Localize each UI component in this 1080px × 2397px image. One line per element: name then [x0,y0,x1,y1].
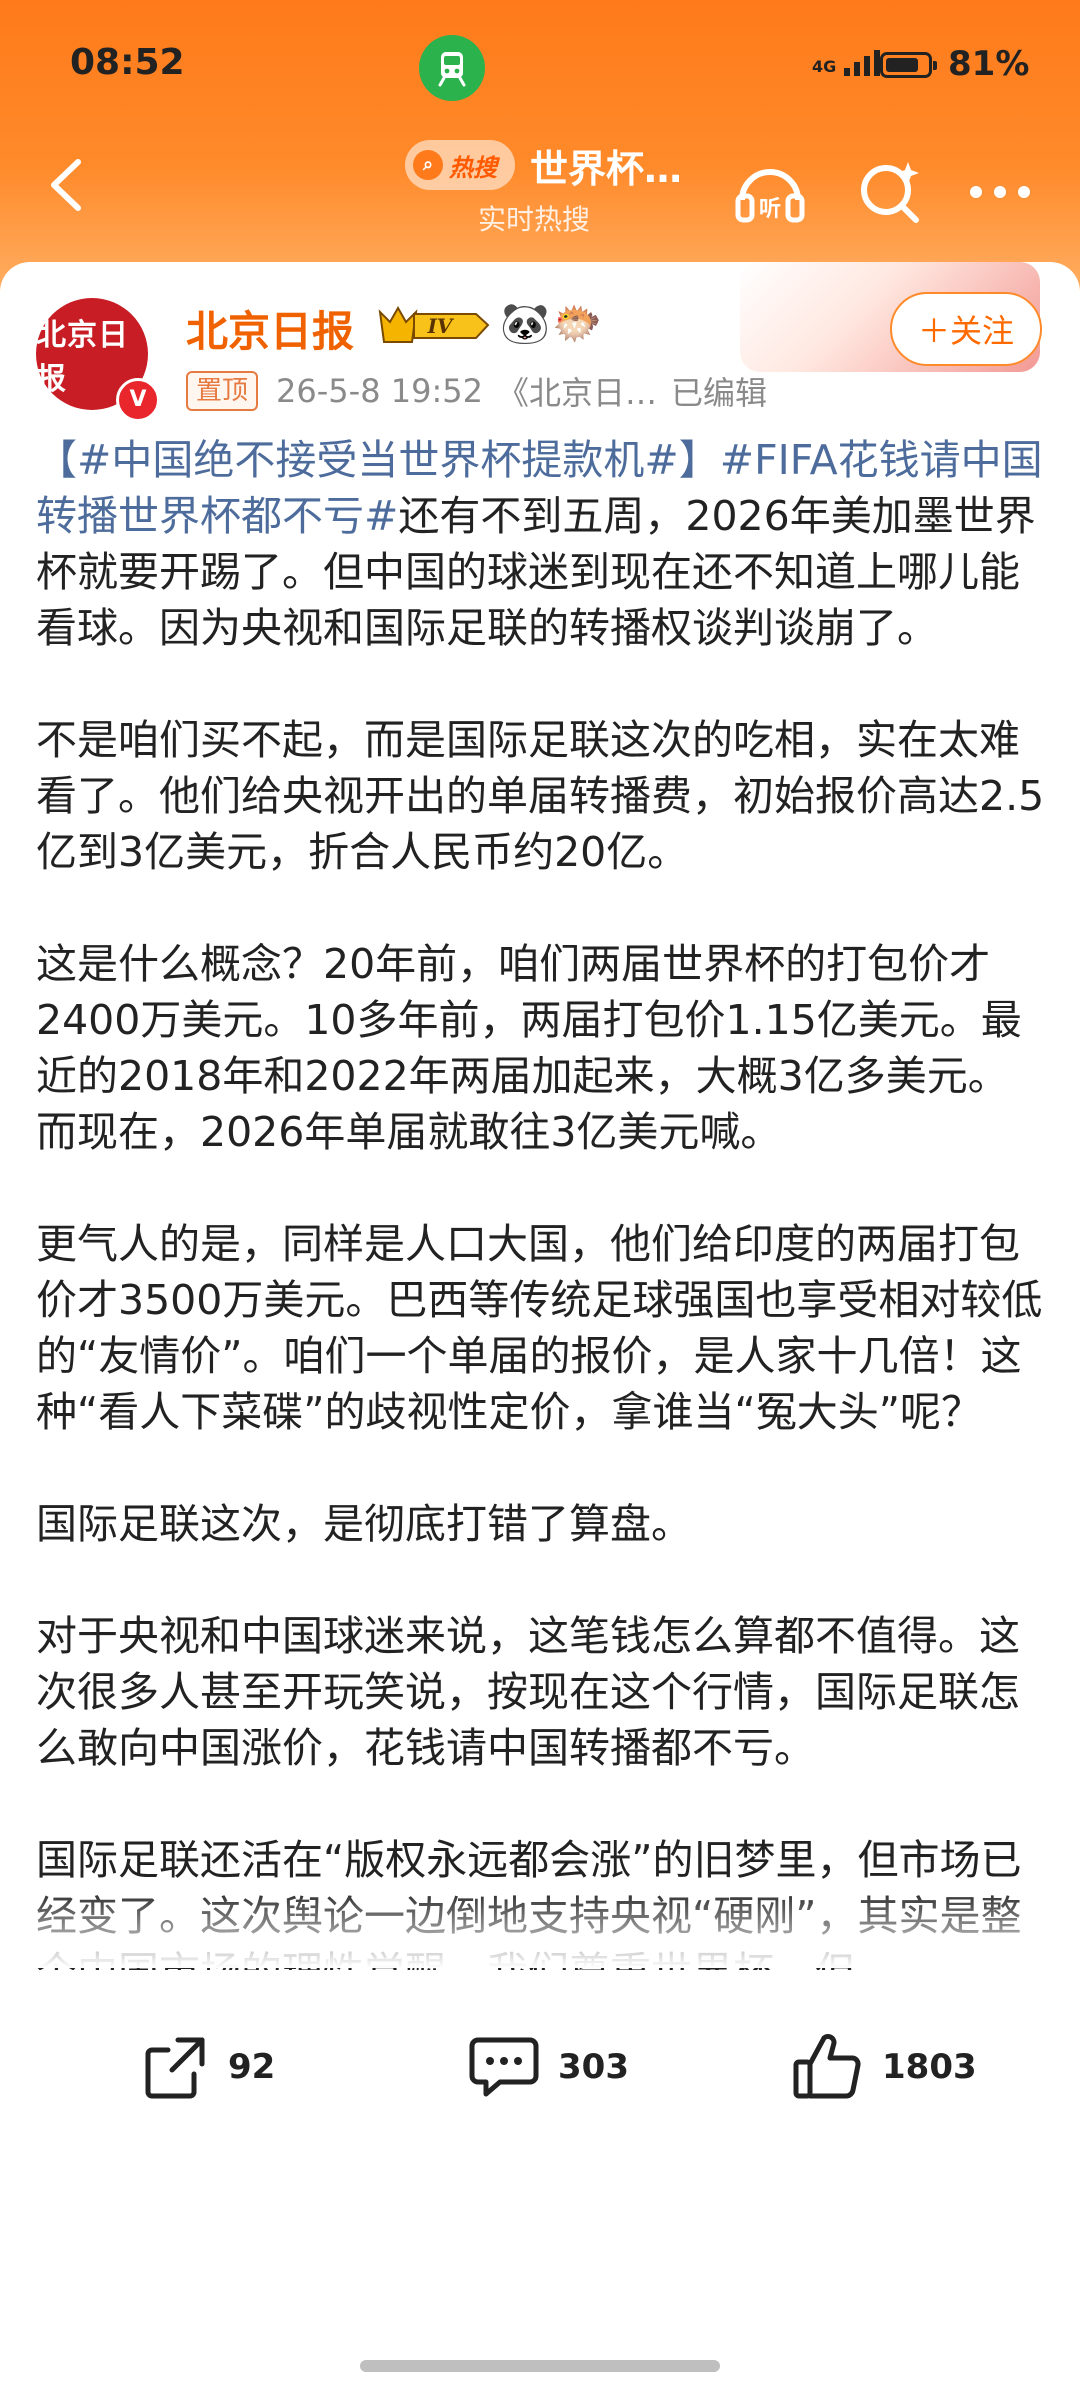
share-icon [145,2037,205,2099]
author-name[interactable]: 北京日报 [186,298,354,359]
action-bar: 92 303 1803 [0,1970,1080,2170]
hashtag-link[interactable]: 【#中国绝不接受当世界杯提款机#】 [36,436,720,484]
hot-search-badge[interactable]: ⌕ 热搜 [405,140,515,190]
listen-icon[interactable]: 听 [730,152,810,232]
pinned-badge: 置顶 [186,371,259,411]
level-badge: IV [376,302,492,348]
share-button[interactable]: 92 [138,2030,275,2104]
like-count: 1803 [882,2047,977,2087]
post-paragraph: 国际足联这次，是彻底打错了算盘。 [36,1496,1046,1552]
post-paragraph: 【#中国绝不接受当世界杯提款机#】#FIFA花钱请中国转播世界杯都不亏#还有不到… [36,432,1046,656]
signal-icon: 4G [812,48,884,76]
comment-count: 303 [558,2047,629,2087]
post-text: 不是咱们买不起，而是国际足联这次的吃相，实在太难看了。他们给央视开出的单届转播费… [36,716,1045,876]
hot-badge-label: 热搜 [449,153,497,182]
page-title[interactable]: 世界杯… [530,138,682,193]
share-count: 92 [228,2047,276,2087]
train-icon[interactable] [419,35,485,101]
post-paragraph: 更气人的是，同样是人口大国，他们给印度的两届打包价才3500万美元。巴西等传统足… [36,1216,1046,1440]
back-icon[interactable] [36,150,96,220]
status-bar: 08:52 4G 81% [0,0,1080,130]
follow-button[interactable]: ＋关注 [890,292,1042,366]
status-time: 08:52 [70,42,185,83]
page-subtitle: 实时热搜 [478,203,591,236]
verified-icon: V [116,378,160,422]
post-text: 这是什么概念？20年前，咱们两届世界杯的打包价才2400万美元。10多年前，两届… [36,940,1022,1156]
panda-icon: 🐼 [500,301,550,347]
post-paragraph: 不是咱们买不起，而是国际足联这次的吃相，实在太难看了。他们给央视开出的单届转播费… [36,712,1046,880]
content-fade [0,1888,1080,1968]
svg-text:听: 听 [759,197,781,222]
battery-icon [880,52,937,78]
like-button[interactable]: 1803 [790,2030,977,2104]
fish-icon: 🐡 [552,301,602,347]
post-text: 对于央视和中国球迷来说，这笔钱怎么算都不值得。这次很多人甚至开玩笑说，按现在这个… [36,1612,1020,1772]
post-meta: 置顶 26-5-8 19:52 《北京日… 已编辑 [186,368,767,414]
network-type: 4G [812,57,837,76]
post-date: 26-5-8 19:52 [276,372,483,410]
like-icon [793,2034,861,2099]
post-content: 【#中国绝不接受当世界杯提款机#】#FIFA花钱请中国转播世界杯都不亏#还有不到… [36,432,1046,2056]
home-indicator[interactable] [360,2360,720,2372]
search-icon: ⌕ [413,150,443,180]
more-icon[interactable] [960,152,1040,232]
post-text: 更气人的是，同样是人口大国，他们给印度的两届打包价才3500万美元。巴西等传统足… [36,1220,1043,1436]
post-paragraph: 对于央视和中国球迷来说，这笔钱怎么算都不值得。这次很多人甚至开玩笑说，按现在这个… [36,1608,1046,1776]
level-badge-text: IV [427,314,455,338]
comment-button[interactable]: 303 [466,2030,629,2104]
post-text: 国际足联这次，是彻底打错了算盘。 [36,1500,692,1548]
comment-icon [469,2037,539,2097]
edited-label[interactable]: 已编辑 [671,368,767,414]
post-source: 《北京日… [496,374,657,412]
battery-percent: 81% [948,44,1030,84]
post-paragraph: 这是什么概念？20年前，咱们两届世界杯的打包价才2400万美元。10多年前，两届… [36,936,1046,1160]
search-sparkle-icon[interactable] [850,152,930,232]
top-nav: ⌕ 热搜 世界杯… 实时热搜 听 [0,130,1080,250]
battery-fill [886,58,918,72]
